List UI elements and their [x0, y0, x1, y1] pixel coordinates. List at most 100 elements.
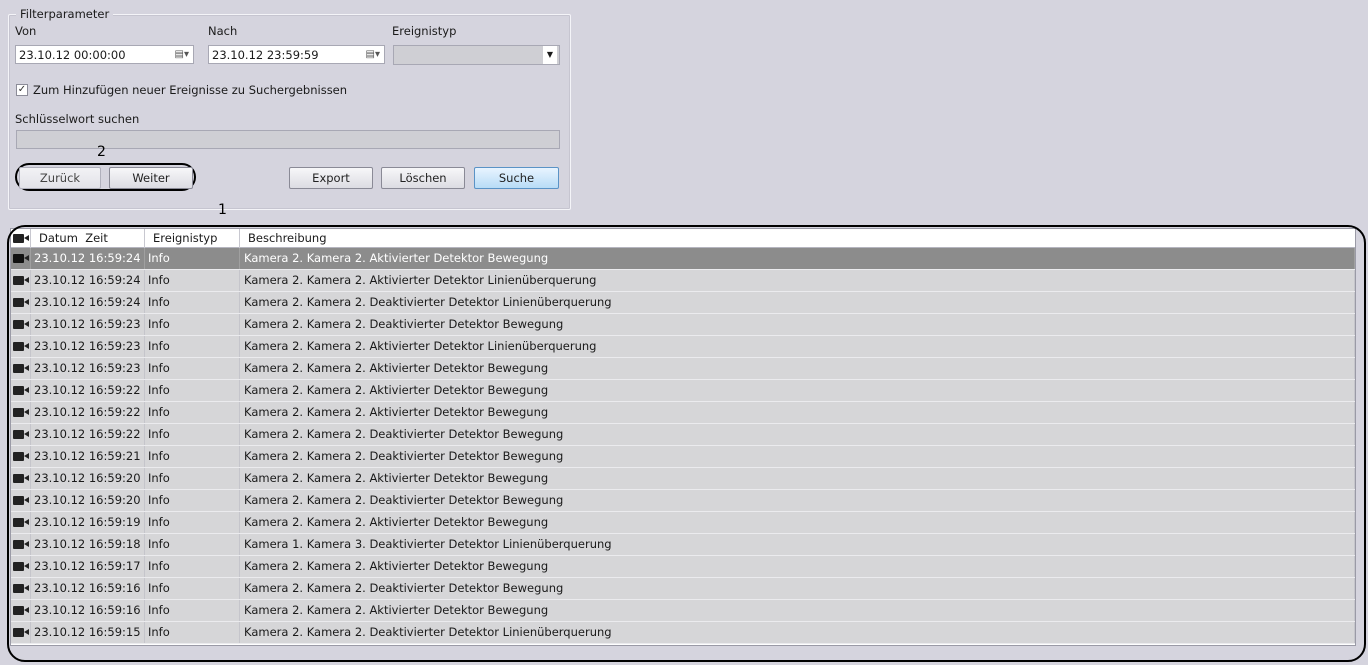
row-eventtype: Info [145, 358, 240, 379]
table-row[interactable]: 23.10.12 16:59:23 Info Kamera 2. Kamera 2.… [11, 314, 1355, 336]
add-events-label: Zum Hinzufügen neuer Ereignisse zu Suche… [33, 83, 348, 97]
camera-icon [13, 254, 29, 263]
row-eventtype: Info [145, 534, 240, 555]
row-camera-cell [11, 446, 31, 467]
callout-1: 1 [218, 202, 227, 218]
table-row[interactable]: 23.10.12 16:59:18 Info Kamera 1. Kamera 3.… [11, 534, 1355, 556]
export-button[interactable]: Export [289, 167, 373, 189]
from-date-field[interactable]: 23.10.12 00:00:00 ▤▾ [15, 45, 194, 64]
row-eventtype: Info [145, 270, 240, 291]
filter-legend: Filterparameter [16, 7, 114, 21]
row-camera-cell [11, 622, 31, 643]
row-description: Kamera 2. Kamera 2. Aktivierter Detektor… [240, 402, 1355, 423]
row-eventtype: Info [145, 292, 240, 313]
camera-column-header[interactable] [11, 229, 31, 248]
table-row[interactable]: 23.10.12 16:59:17 Info Kamera 2. Kamera 2.… [11, 556, 1355, 578]
row-camera-cell [11, 556, 31, 577]
next-button[interactable]: Weiter [109, 167, 193, 189]
row-description: Kamera 2. Kamera 2. Aktivierter Detektor… [240, 358, 1355, 379]
camera-icon [13, 628, 29, 637]
add-events-checkbox[interactable]: ✓ [16, 84, 28, 96]
row-description: Kamera 2. Kamera 2. Deaktivierter Detekt… [240, 292, 1355, 313]
row-camera-cell [11, 336, 31, 357]
row-eventtype: Info [145, 248, 240, 269]
camera-icon [13, 562, 29, 571]
table-row[interactable]: 23.10.12 16:59:15 Info Kamera 2. Kamera 2.… [11, 622, 1355, 644]
row-camera-cell [11, 512, 31, 533]
camera-icon [13, 606, 29, 615]
row-datetime: 23.10.12 16:59:24 [31, 292, 145, 313]
table-row[interactable]: 23.10.12 16:59:23 Info Kamera 2. Kamera 2.… [11, 358, 1355, 380]
row-description: Kamera 2. Kamera 2. Aktivierter Detektor… [240, 468, 1355, 489]
table-row[interactable]: 23.10.12 16:59:20 Info Kamera 2. Kamera 2.… [11, 490, 1355, 512]
row-description: Kamera 2. Kamera 2. Deaktivierter Detekt… [240, 446, 1355, 467]
row-description: Kamera 2. Kamera 2. Aktivierter Detektor… [240, 248, 1355, 269]
row-datetime: 23.10.12 16:59:16 [31, 578, 145, 599]
datetime-column-header[interactable]: Datum Zeit [31, 229, 145, 248]
header-date: Datum [39, 231, 78, 245]
table-row[interactable]: 23.10.12 16:59:22 Info Kamera 2. Kamera 2.… [11, 424, 1355, 446]
row-datetime: 23.10.12 16:59:21 [31, 446, 145, 467]
table-row[interactable]: 23.10.12 16:59:24 Info Kamera 2. Kamera 2.… [11, 248, 1355, 270]
clear-button[interactable]: Löschen [381, 167, 465, 189]
table-row[interactable]: 23.10.12 16:59:22 Info Kamera 2. Kamera 2.… [11, 380, 1355, 402]
row-datetime: 23.10.12 16:59:16 [31, 600, 145, 621]
row-description: Kamera 2. Kamera 2. Deaktivierter Detekt… [240, 622, 1355, 643]
camera-icon [13, 474, 29, 483]
table-row[interactable]: 23.10.12 16:59:24 Info Kamera 2. Kamera 2.… [11, 292, 1355, 314]
row-camera-cell [11, 578, 31, 599]
row-datetime: 23.10.12 16:59:24 [31, 270, 145, 291]
row-datetime: 23.10.12 16:59:23 [31, 314, 145, 335]
row-description: Kamera 2. Kamera 2. Aktivierter Detektor… [240, 600, 1355, 621]
table-row[interactable]: 23.10.12 16:59:20 Info Kamera 2. Kamera 2.… [11, 468, 1355, 490]
eventtype-select[interactable]: ▼ [393, 45, 560, 65]
row-datetime: 23.10.12 16:59:24 [31, 248, 145, 269]
table-row[interactable]: 23.10.12 16:59:21 Info Kamera 2. Kamera 2.… [11, 446, 1355, 468]
eventtype-column-header[interactable]: Ereignistyp [145, 229, 240, 248]
calendar-icon[interactable]: ▤▾ [175, 49, 189, 60]
table-row[interactable]: 23.10.12 16:59:22 Info Kamera 2. Kamera 2.… [11, 402, 1355, 424]
events-table: Datum Zeit Ereignistyp Beschreibung 23.1… [10, 228, 1356, 646]
row-eventtype: Info [145, 380, 240, 401]
row-camera-cell [11, 424, 31, 445]
calendar-icon[interactable]: ▤▾ [366, 49, 380, 60]
row-eventtype: Info [145, 578, 240, 599]
description-column-header[interactable]: Beschreibung [240, 229, 1355, 248]
back-button[interactable]: Zurück [19, 167, 101, 189]
camera-icon [13, 320, 29, 329]
chevron-down-icon[interactable]: ▼ [543, 46, 557, 64]
row-camera-cell [11, 490, 31, 511]
table-row[interactable]: 23.10.12 16:59:16 Info Kamera 2. Kamera 2.… [11, 600, 1355, 622]
row-camera-cell [11, 600, 31, 621]
row-camera-cell [11, 468, 31, 489]
from-date-value: 23.10.12 00:00:00 [19, 48, 126, 62]
row-camera-cell [11, 292, 31, 313]
row-camera-cell [11, 358, 31, 379]
camera-icon [13, 386, 29, 395]
camera-icon [13, 342, 29, 351]
callout-2: 2 [97, 144, 106, 160]
camera-icon [13, 496, 29, 505]
row-datetime: 23.10.12 16:59:22 [31, 424, 145, 445]
camera-icon [13, 298, 29, 307]
from-label: Von [15, 24, 37, 38]
row-datetime: 23.10.12 16:59:22 [31, 402, 145, 423]
row-description: Kamera 2. Kamera 2. Aktivierter Detektor… [240, 556, 1355, 577]
row-eventtype: Info [145, 556, 240, 577]
table-row[interactable]: 23.10.12 16:59:23 Info Kamera 2. Kamera 2.… [11, 336, 1355, 358]
row-eventtype: Info [145, 600, 240, 621]
row-description: Kamera 2. Kamera 2. Deaktivierter Detekt… [240, 490, 1355, 511]
search-button[interactable]: Suche [474, 167, 559, 189]
camera-icon [13, 364, 29, 373]
row-datetime: 23.10.12 16:59:22 [31, 380, 145, 401]
row-eventtype: Info [145, 446, 240, 467]
table-row[interactable]: 23.10.12 16:59:19 Info Kamera 2. Kamera 2.… [11, 512, 1355, 534]
table-row[interactable]: 23.10.12 16:59:24 Info Kamera 2. Kamera 2.… [11, 270, 1355, 292]
table-row[interactable]: 23.10.12 16:59:16 Info Kamera 2. Kamera 2.… [11, 578, 1355, 600]
camera-icon [13, 584, 29, 593]
row-description: Kamera 2. Kamera 2. Deaktivierter Detekt… [240, 314, 1355, 335]
row-eventtype: Info [145, 622, 240, 643]
row-datetime: 23.10.12 16:59:20 [31, 490, 145, 511]
row-description: Kamera 2. Kamera 2. Deaktivierter Detekt… [240, 578, 1355, 599]
to-date-field[interactable]: 23.10.12 23:59:59 ▤▾ [208, 45, 385, 64]
